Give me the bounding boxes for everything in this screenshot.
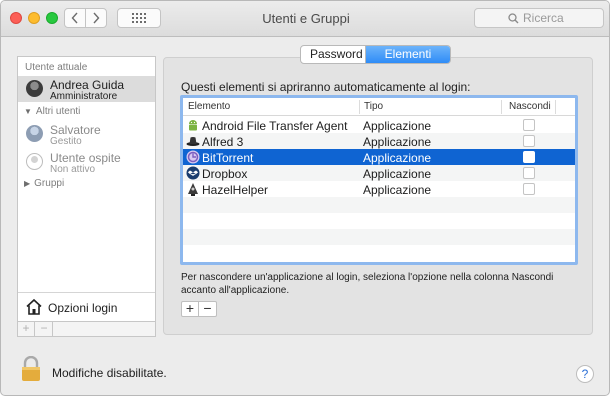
toolbar: Utenti e Gruppi Ricerca (1, 1, 609, 37)
remove-user-button[interactable]: − (36, 322, 53, 336)
table-row[interactable]: Dropbox Applicazione (183, 165, 575, 181)
add-user-button[interactable]: + (18, 322, 35, 336)
house-icon (26, 298, 42, 315)
empty-row (183, 245, 575, 261)
user-name: Andrea Guida (50, 78, 125, 92)
other-users-label: Altri utenti (35, 106, 81, 117)
empty-row (183, 197, 575, 213)
empty-row (183, 229, 575, 245)
disclosure-closed-icon: ▶ (24, 179, 31, 188)
table-header: Elemento Tipo Nascondi (183, 98, 575, 116)
login-options-label: Opzioni login (48, 301, 118, 315)
lock-status-text: Modifiche disabilitate. (52, 366, 167, 380)
table-row[interactable]: HazelHelper Applicazione (183, 181, 575, 197)
hazel-icon (188, 183, 198, 196)
user-name: Salvatore (50, 123, 101, 137)
column-divider (359, 100, 360, 114)
column-divider (555, 100, 556, 114)
table-row[interactable]: Alfred 3 Applicazione (183, 133, 575, 149)
table-row[interactable]: BitTorrent Applicazione (183, 149, 575, 165)
user-role: Non attivo (50, 164, 96, 175)
sidebar-item-user[interactable]: Utente ospite Non attivo (18, 149, 155, 175)
search-placeholder: Ricerca (523, 11, 564, 25)
column-header-item[interactable]: Elemento (188, 101, 230, 112)
item-type: Applicazione (363, 151, 432, 165)
column-header-hide[interactable]: Nascondi (509, 101, 551, 112)
hide-hint-text: Per nascondere un'applicazione al login,… (181, 272, 554, 296)
tab-password[interactable]: Password (301, 46, 366, 63)
item-name: Alfred 3 (202, 135, 244, 149)
item-type: Applicazione (363, 167, 432, 181)
hide-checkbox[interactable] (523, 183, 535, 195)
item-name: Dropbox (202, 167, 248, 181)
hide-checkbox[interactable] (523, 135, 535, 147)
dropbox-icon (186, 166, 200, 180)
item-type: Applicazione (363, 119, 432, 133)
avatar (26, 125, 43, 142)
hide-checkbox[interactable] (523, 167, 535, 179)
item-name: Android File Transfer Agent (202, 119, 348, 133)
current-user-header: Utente attuale (25, 62, 88, 73)
empty-row (183, 213, 575, 229)
item-name: BitTorrent (202, 151, 254, 165)
sidebar-item-login-options[interactable]: Opzioni login (18, 292, 155, 321)
column-header-type[interactable]: Tipo (364, 101, 383, 112)
hide-checkbox[interactable] (523, 151, 535, 163)
tab-bar: Password Elementi login (300, 45, 451, 64)
hide-checkbox[interactable] (523, 119, 535, 131)
table-row[interactable]: Android File Transfer Agent Applicazione (183, 117, 575, 133)
user-name: Utente ospite (50, 151, 121, 165)
tab-login-items[interactable]: Elementi login (366, 46, 450, 63)
add-login-item-button[interactable]: + (182, 301, 199, 316)
login-items-buttons: + − (181, 301, 217, 317)
login-items-table[interactable]: Elemento Tipo Nascondi Android File Tran… (180, 95, 578, 265)
sidebar-item-user[interactable]: Salvatore Gestito (18, 121, 155, 147)
search-field[interactable]: Ricerca (474, 8, 604, 28)
disclosure-open-icon: ▼ (24, 107, 32, 116)
help-button[interactable]: ? (576, 365, 594, 383)
avatar (26, 153, 43, 170)
alfred-hat-icon (186, 137, 200, 146)
sidebar-item-current-user[interactable]: Andrea Guida Amministratore (18, 76, 155, 102)
sidebar-buttons: + − (17, 322, 156, 337)
lock-icon[interactable] (21, 356, 41, 382)
item-type: Applicazione (363, 183, 432, 197)
item-type: Applicazione (363, 135, 432, 149)
android-icon (189, 120, 197, 131)
user-role: Gestito (50, 136, 82, 147)
login-items-intro: Questi elementi si apriranno automaticam… (181, 80, 471, 94)
item-name: HazelHelper (202, 183, 269, 197)
remove-login-item-button[interactable]: − (199, 301, 216, 316)
groups-header[interactable]: ▶ Gruppi (24, 178, 64, 189)
user-role: Amministratore (50, 91, 118, 102)
users-sidebar: Utente attuale Andrea Guida Amministrato… (17, 56, 156, 322)
other-users-header[interactable]: ▼ Altri utenti (24, 106, 80, 117)
avatar (26, 80, 43, 97)
bittorrent-icon (186, 150, 200, 164)
preferences-window: Utenti e Gruppi Ricerca Utente attuale A… (0, 0, 610, 396)
groups-label: Gruppi (34, 178, 65, 189)
column-divider (501, 100, 502, 114)
search-icon (508, 13, 519, 24)
